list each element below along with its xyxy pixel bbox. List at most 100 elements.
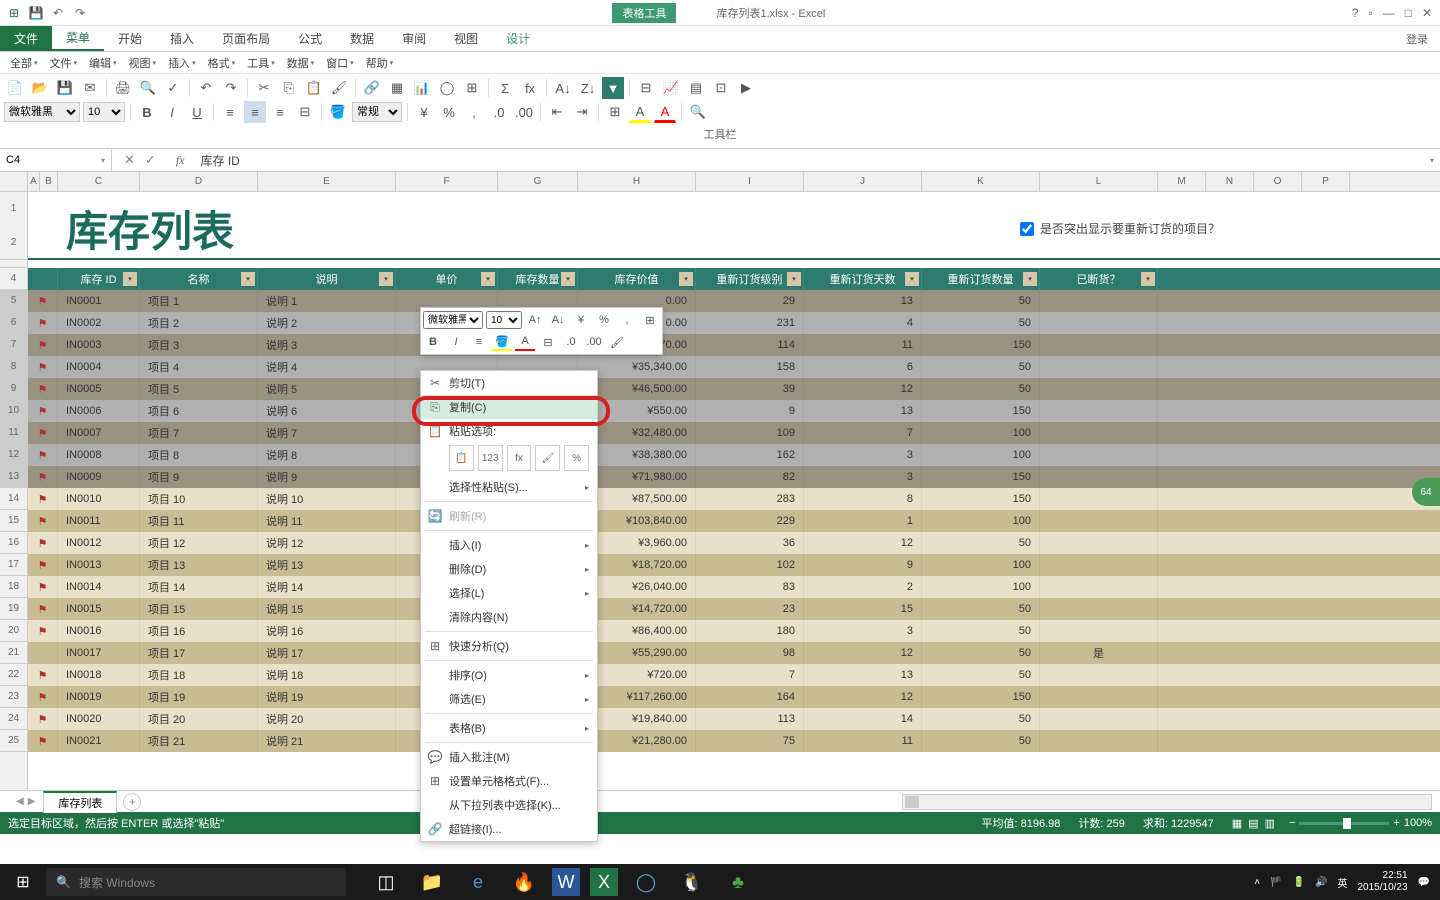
th-days[interactable]: 重新订货天数▾ [804,268,922,290]
id-cell[interactable]: IN0005 [58,378,140,400]
stop-cell[interactable] [1040,466,1158,488]
desc-cell[interactable]: 说明 8 [258,444,396,466]
shape-icon[interactable]: ◯ [436,77,458,99]
highlight-checkbox[interactable]: 是否突出显示要重新订货的项目？ [1020,220,1220,237]
level-cell[interactable]: 164 [696,686,804,708]
days-cell[interactable]: 12 [804,378,922,400]
id-cell[interactable]: IN0017 [58,642,140,664]
menu-file[interactable]: 文件▾ [46,55,82,71]
th-price[interactable]: 单价▾ [396,268,498,290]
days-cell[interactable]: 12 [804,532,922,554]
cm-cut[interactable]: ✂剪切(T) [421,371,597,395]
stop-cell[interactable] [1040,576,1158,598]
indent-inc-icon[interactable]: ⇥ [571,101,593,123]
mini-brush-icon[interactable]: 🖌 [607,333,627,351]
id-cell[interactable]: IN0013 [58,554,140,576]
horizontal-scrollbar[interactable] [902,794,1432,810]
cells[interactable]: 库存列表 是否突出显示要重新订货的项目？ 库存 ID▾ 名称▾ 说明▾ 单价▾ … [28,192,1440,790]
col-a[interactable]: A [28,172,40,191]
cm-clear[interactable]: 清除内容(N) [421,605,597,629]
sheet-tab[interactable]: 库存列表 [43,791,117,813]
align-left-icon[interactable]: ≡ [219,101,241,123]
row-header[interactable]: 6 [0,312,27,334]
menu-view[interactable]: 视图▾ [125,55,161,71]
mail-icon[interactable]: ✉ [79,77,101,99]
app2-icon[interactable]: ◯ [624,864,668,900]
table-row[interactable]: ⚑IN0002项目 2说明 20.00231450 [28,312,1440,334]
name-cell[interactable]: 项目 19 [140,686,258,708]
th-id[interactable]: 库存 ID▾ [58,268,140,290]
preview-icon[interactable]: 🔍 [137,77,159,99]
stop-cell[interactable] [1040,400,1158,422]
tab-insert[interactable]: 插入 [156,26,208,51]
tab-menu[interactable]: 菜单 [52,26,104,51]
table-icon[interactable]: ▦ [386,77,408,99]
stop-cell[interactable] [1040,444,1158,466]
level-cell[interactable]: 229 [696,510,804,532]
desc-cell[interactable]: 说明 3 [258,334,396,356]
sort-desc-icon[interactable]: Z↓ [577,77,599,99]
reqty-cell[interactable]: 50 [922,642,1040,664]
table-row[interactable]: ⚑IN0005项目 5说明 5¥46,500.00391250 [28,378,1440,400]
mini-percent-icon[interactable]: % [594,311,614,329]
filter-icon[interactable]: ▼ [602,77,624,99]
row-header[interactable]: 9 [0,378,27,400]
float-badge[interactable]: 64 [1412,478,1440,506]
dec-dec-icon[interactable]: .00 [513,101,535,123]
level-cell[interactable]: 158 [696,356,804,378]
days-cell[interactable]: 14 [804,708,922,730]
name-cell[interactable]: 项目 18 [140,664,258,686]
cm-insert[interactable]: 插入(I)▸ [421,533,597,557]
inc-dec-icon[interactable]: .0 [488,101,510,123]
row-header[interactable]: 7 [0,334,27,356]
notifications-icon[interactable]: 💬 [1418,877,1430,888]
id-cell[interactable]: IN0002 [58,312,140,334]
menu-tools[interactable]: 工具▾ [243,55,279,71]
desc-cell[interactable]: 说明 19 [258,686,396,708]
days-cell[interactable]: 4 [804,312,922,334]
id-cell[interactable]: IN0016 [58,620,140,642]
cm-dropdown[interactable]: 从下拉列表中选择(K)... [421,793,597,817]
th-reqty[interactable]: 重新订货数量▾ [922,268,1040,290]
menu-all[interactable]: 全部▾ [6,55,42,71]
start-button[interactable]: ⊞ [0,864,46,900]
desc-cell[interactable]: 说明 6 [258,400,396,422]
help-icon[interactable]: ? [1352,6,1359,20]
col-h[interactable]: H [578,172,696,191]
cancel-formula-icon[interactable]: ✕ [124,152,135,168]
col-g[interactable]: G [498,172,578,191]
view-break-icon[interactable]: ▥ [1265,817,1275,830]
word-icon[interactable]: W [552,868,580,896]
mini-dec2-icon[interactable]: .00 [584,333,604,351]
name-cell[interactable]: 项目 10 [140,488,258,510]
cm-table[interactable]: 表格(B)▸ [421,716,597,740]
name-cell[interactable]: 项目 13 [140,554,258,576]
mini-grow-icon[interactable]: A↑ [525,311,545,329]
app3-icon[interactable]: 🐧 [670,864,714,900]
col-i[interactable]: I [696,172,804,191]
id-cell[interactable]: IN0018 [58,664,140,686]
th-value[interactable]: 库存价值▾ [578,268,696,290]
row-header[interactable]: 16 [0,532,27,554]
col-d[interactable]: D [140,172,258,191]
mini-fontcolor-icon[interactable]: A [515,333,535,351]
desc-cell[interactable]: 说明 10 [258,488,396,510]
sort-asc-icon[interactable]: A↓ [552,77,574,99]
name-cell[interactable]: 项目 6 [140,400,258,422]
days-cell[interactable]: 3 [804,466,922,488]
reqty-cell[interactable]: 50 [922,356,1040,378]
col-e[interactable]: E [258,172,396,191]
days-cell[interactable]: 3 [804,620,922,642]
mini-shrink-icon[interactable]: A↓ [548,311,568,329]
redo2-icon[interactable]: ↷ [220,77,242,99]
desc-cell[interactable]: 说明 2 [258,312,396,334]
table-row[interactable]: ⚑IN0010项目 10说明 10¥87,500.002838150 [28,488,1440,510]
tab-formula[interactable]: 公式 [284,26,336,51]
desc-cell[interactable]: 说明 4 [258,356,396,378]
level-cell[interactable]: 109 [696,422,804,444]
indent-dec-icon[interactable]: ⇤ [546,101,568,123]
reqty-cell[interactable]: 50 [922,290,1040,312]
name-cell[interactable]: 项目 21 [140,730,258,752]
reqty-cell[interactable]: 50 [922,312,1040,334]
level-cell[interactable]: 23 [696,598,804,620]
